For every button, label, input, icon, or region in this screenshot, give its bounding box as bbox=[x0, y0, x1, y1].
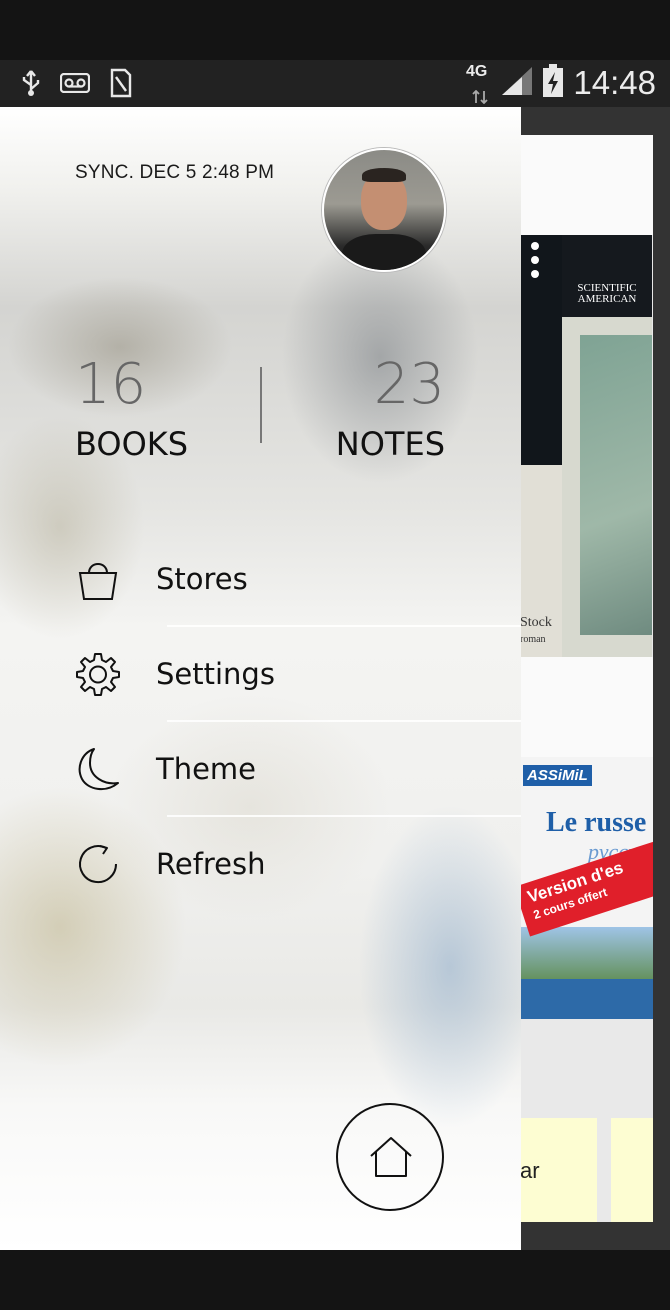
avatar-body bbox=[342, 234, 426, 270]
battery-charging-icon bbox=[542, 64, 564, 97]
menu-divider bbox=[167, 815, 521, 817]
refresh-icon bbox=[76, 842, 120, 886]
note-text: ar bbox=[520, 1158, 540, 1183]
avatar[interactable] bbox=[322, 148, 446, 272]
brand-logo: ASSiMiL bbox=[523, 765, 592, 786]
cover-footer bbox=[520, 979, 653, 1019]
menu-item-label: Stores bbox=[156, 562, 248, 596]
network-type: 4G bbox=[466, 63, 488, 80]
menu-item-label: Theme bbox=[156, 752, 257, 786]
navigation-drawer: SYNC. DEC 5 2:48 PM 16 BOOKS 23 NOTES St… bbox=[0, 107, 521, 1250]
sync-status: SYNC. DEC 5 2:48 PM bbox=[75, 162, 275, 183]
menu-item-label: Refresh bbox=[156, 847, 266, 881]
publisher-logo: SCIENTIFIC AMERICAN bbox=[562, 235, 652, 317]
note-card[interactable]: ar bbox=[520, 1118, 597, 1222]
voicemail-icon bbox=[60, 68, 90, 98]
note-card[interactable] bbox=[611, 1118, 653, 1222]
promo-band: Version d'es 2 cours offert bbox=[520, 834, 653, 937]
signal-icon bbox=[500, 66, 534, 96]
book-title: Le russe bbox=[546, 807, 647, 838]
book-author: Stock roman bbox=[520, 615, 552, 645]
book-spine bbox=[520, 235, 562, 465]
library-divider bbox=[520, 657, 653, 757]
menu-item-label: Settings bbox=[156, 657, 275, 691]
book-cover-scientific-american[interactable]: SCIENTIFIC AMERICAN Stock roman bbox=[520, 235, 652, 657]
top-black-bar bbox=[0, 0, 670, 60]
clock: 14:48 bbox=[573, 64, 656, 101]
shopping-bag-icon bbox=[76, 557, 120, 601]
city-image bbox=[520, 927, 653, 987]
home-button[interactable] bbox=[336, 1103, 444, 1211]
menu-divider bbox=[167, 720, 521, 722]
usb-icon bbox=[20, 68, 42, 98]
book-cover-assimil[interactable]: ASSiMiL Le russe русски Version d'es 2 co… bbox=[520, 757, 653, 1019]
home-icon bbox=[370, 1137, 412, 1177]
navigation-bar bbox=[0, 1250, 670, 1310]
stats-divider bbox=[260, 367, 262, 443]
menu-item-stores[interactable]: Stores bbox=[0, 540, 521, 620]
menu-item-settings[interactable]: Settings bbox=[0, 635, 521, 715]
books-label[interactable]: BOOKS bbox=[75, 425, 188, 463]
more-options-icon[interactable] bbox=[531, 242, 539, 284]
books-count[interactable]: 16 bbox=[75, 352, 146, 417]
sim-card-icon bbox=[110, 68, 132, 98]
library-header bbox=[520, 135, 653, 235]
menu-item-theme[interactable]: Theme bbox=[0, 730, 521, 810]
notes-label[interactable]: NOTES bbox=[336, 425, 445, 463]
menu-divider bbox=[167, 625, 521, 627]
gear-icon bbox=[76, 652, 120, 696]
avatar-hair bbox=[362, 168, 406, 182]
moon-icon bbox=[76, 747, 120, 791]
notes-count[interactable]: 23 bbox=[374, 352, 445, 417]
bird-image bbox=[580, 335, 652, 635]
menu-item-refresh[interactable]: Refresh bbox=[0, 825, 521, 905]
status-bar: 4G 14:48 bbox=[0, 60, 670, 107]
